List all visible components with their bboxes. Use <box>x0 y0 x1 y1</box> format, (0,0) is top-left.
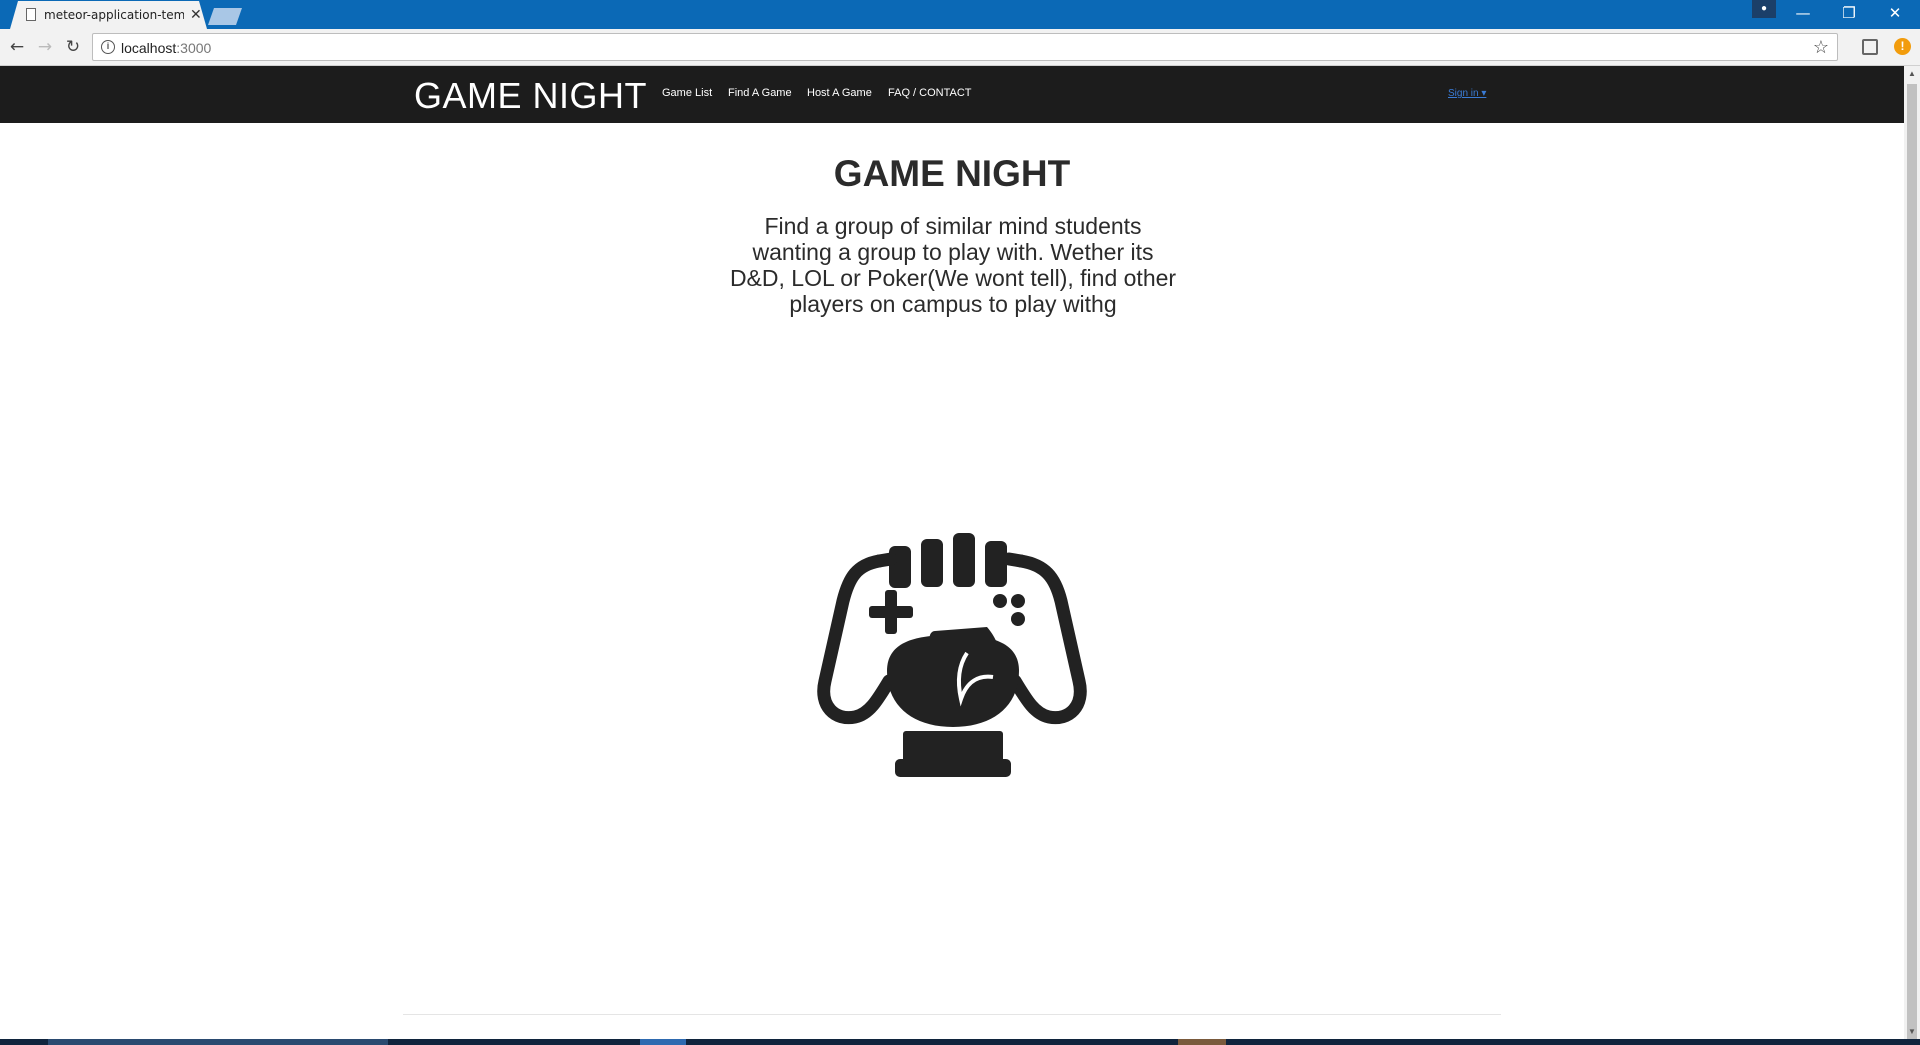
close-tab-icon[interactable]: ✕ <box>190 6 202 23</box>
taskbar-item[interactable] <box>1178 1039 1226 1045</box>
close-window-icon[interactable]: ✕ <box>1880 4 1910 22</box>
minimize-icon[interactable]: — <box>1788 4 1818 22</box>
tab-title: meteor-application-temp <box>44 8 184 22</box>
page-title: GAME NIGHT <box>833 153 1071 194</box>
page-description: Find a group of similar mind students wa… <box>729 213 1177 317</box>
new-tab-button[interactable] <box>208 8 242 25</box>
scrollbar-thumb[interactable] <box>1907 84 1917 1039</box>
taskbar-item[interactable] <box>48 1039 388 1045</box>
nav-find-a-game[interactable]: Find A Game <box>728 87 792 99</box>
footer-divider <box>403 1014 1501 1015</box>
user-profile-icon[interactable]: ● <box>1752 0 1776 18</box>
nav-faq-contact[interactable]: FAQ / CONTACT <box>888 87 972 99</box>
nav-host-a-game[interactable]: Host A Game <box>807 87 872 99</box>
forward-arrow-icon[interactable]: → <box>34 37 56 57</box>
back-arrow-icon[interactable]: ← <box>6 37 28 57</box>
site-brand[interactable]: GAME NIGHT <box>414 75 647 117</box>
bookmark-star-icon[interactable]: ☆ <box>1813 37 1829 58</box>
scroll-down-icon[interactable]: ▼ <box>1908 1027 1916 1036</box>
update-alert-icon[interactable]: ! <box>1894 38 1911 55</box>
scroll-up-icon[interactable]: ▲ <box>1908 69 1916 78</box>
browser-toolbar: ← → ↻ i localhost:3000 ☆ <box>0 29 1920 66</box>
extension-icon[interactable] <box>1862 39 1878 55</box>
page-scrollbar[interactable]: ▲ ▼ <box>1904 66 1920 1039</box>
address-bar[interactable]: i localhost:3000 ☆ <box>92 33 1838 61</box>
site-navbar: GAME NIGHT Game List Find A Game Host A … <box>0 66 1904 123</box>
browser-titlebar: meteor-application-temp ✕ ● — ❐ ✕ <box>0 0 1920 29</box>
restore-icon[interactable]: ❐ <box>1834 4 1864 22</box>
nav-game-list[interactable]: Game List <box>662 87 712 99</box>
game-controller-trophy-icon <box>817 531 1089 783</box>
info-icon[interactable]: i <box>101 40 115 54</box>
reload-icon[interactable]: ↻ <box>62 37 84 57</box>
browser-tab[interactable]: meteor-application-temp ✕ <box>10 1 207 29</box>
page-viewport: GAME NIGHT Game List Find A Game Host A … <box>0 66 1904 1039</box>
url-text: localhost:3000 <box>121 40 212 56</box>
document-icon <box>26 8 36 21</box>
sign-in-dropdown[interactable]: Sign in ▾ <box>1448 88 1486 99</box>
taskbar-item[interactable] <box>640 1039 686 1045</box>
